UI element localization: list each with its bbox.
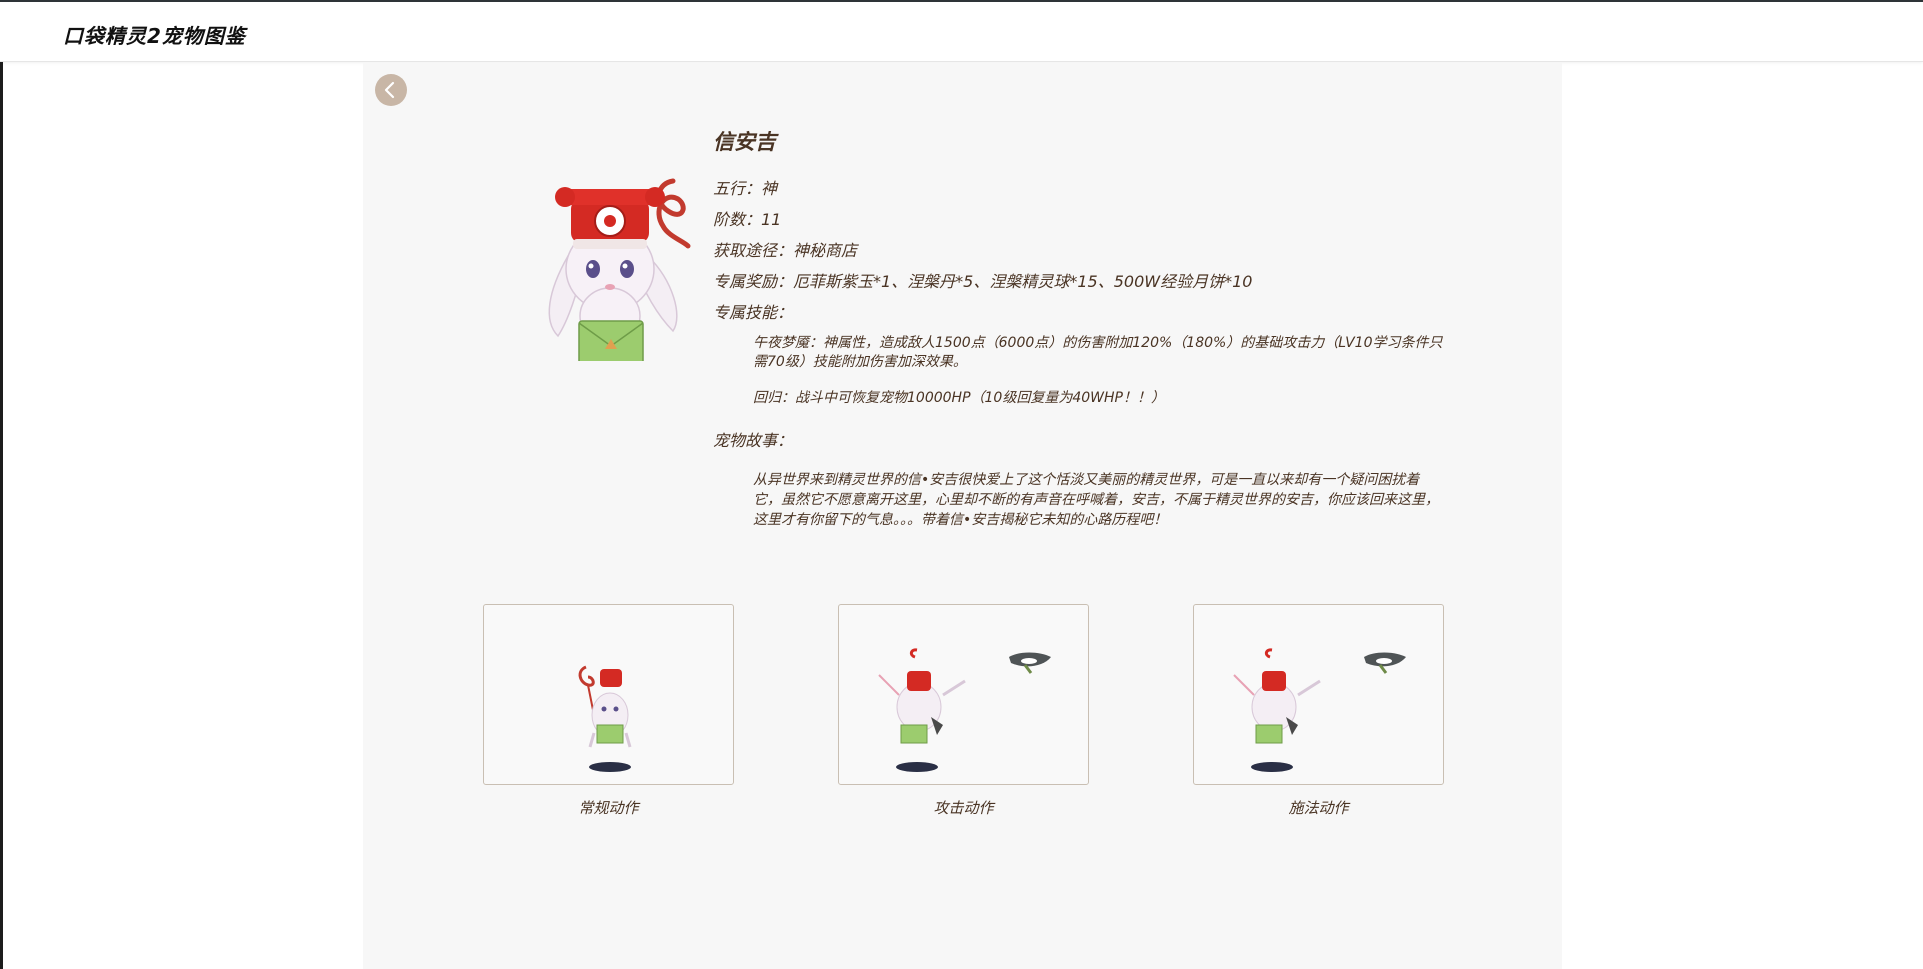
story-heading: 宠物故事：: [713, 431, 794, 450]
pet-portrait: [513, 151, 713, 366]
pet-story: 从异世界来到精灵世界的信•安吉很快爱上了这个恬淡又美丽的精灵世界，可是一直以来却…: [753, 472, 1439, 528]
pet-detail-panel: 信安吉 五行：神 阶数：11 获取途径：神秘商店 专属奖励：厄菲斯紫玉*1、涅槃…: [363, 63, 1562, 969]
animation-card-cast[interactable]: [1193, 604, 1444, 785]
skills-list: 午夜梦魇：神属性，造成敌人1500点（6000点）的伤害附加120%（180%）…: [713, 334, 1443, 408]
animation-card-idle[interactable]: [483, 604, 734, 785]
cast-sprite: [1233, 648, 1406, 772]
back-button[interactable]: [375, 74, 407, 106]
attack-sprite: [878, 648, 1051, 772]
skill-item: 回归：战斗中可恢复宠物10000HP（10级回复量为40WHP！！）: [753, 390, 1165, 406]
animation-caption-idle: 常规动作: [578, 799, 639, 817]
animation-caption-attack: 攻击动作: [933, 799, 994, 817]
pet-source: 获取途径：神秘商店: [713, 241, 858, 260]
chevron-left-icon: [384, 81, 395, 99]
pet-name: 信安吉: [713, 130, 776, 154]
animation-gallery: 常规动作 攻击动作 施法动作: [483, 604, 1444, 834]
site-title[interactable]: 口袋精灵2宠物图鉴: [63, 20, 246, 49]
top-nav-bar: 口袋精灵2宠物图鉴: [0, 0, 1923, 62]
idle-sprite: [578, 665, 632, 772]
pet-reward: 专属奖励：厄菲斯紫玉*1、涅槃丹*5、涅槃精灵球*15、500W经验月饼*10: [713, 272, 1253, 291]
skills-heading: 专属技能：: [713, 303, 794, 322]
animation-card-attack[interactable]: [838, 604, 1089, 785]
skill-item: 午夜梦魇：神属性，造成敌人1500点（6000点）的伤害附加120%（180%）…: [753, 335, 1443, 370]
pet-stage: 阶数：11: [713, 210, 782, 229]
window-edge: [0, 0, 3, 969]
pet-info: 信安吉 五行：神 阶数：11 获取途径：神秘商店 专属奖励：厄菲斯紫玉*1、涅槃…: [713, 127, 1443, 530]
animation-caption-cast: 施法动作: [1288, 799, 1349, 817]
pet-element: 五行：神: [713, 179, 778, 198]
